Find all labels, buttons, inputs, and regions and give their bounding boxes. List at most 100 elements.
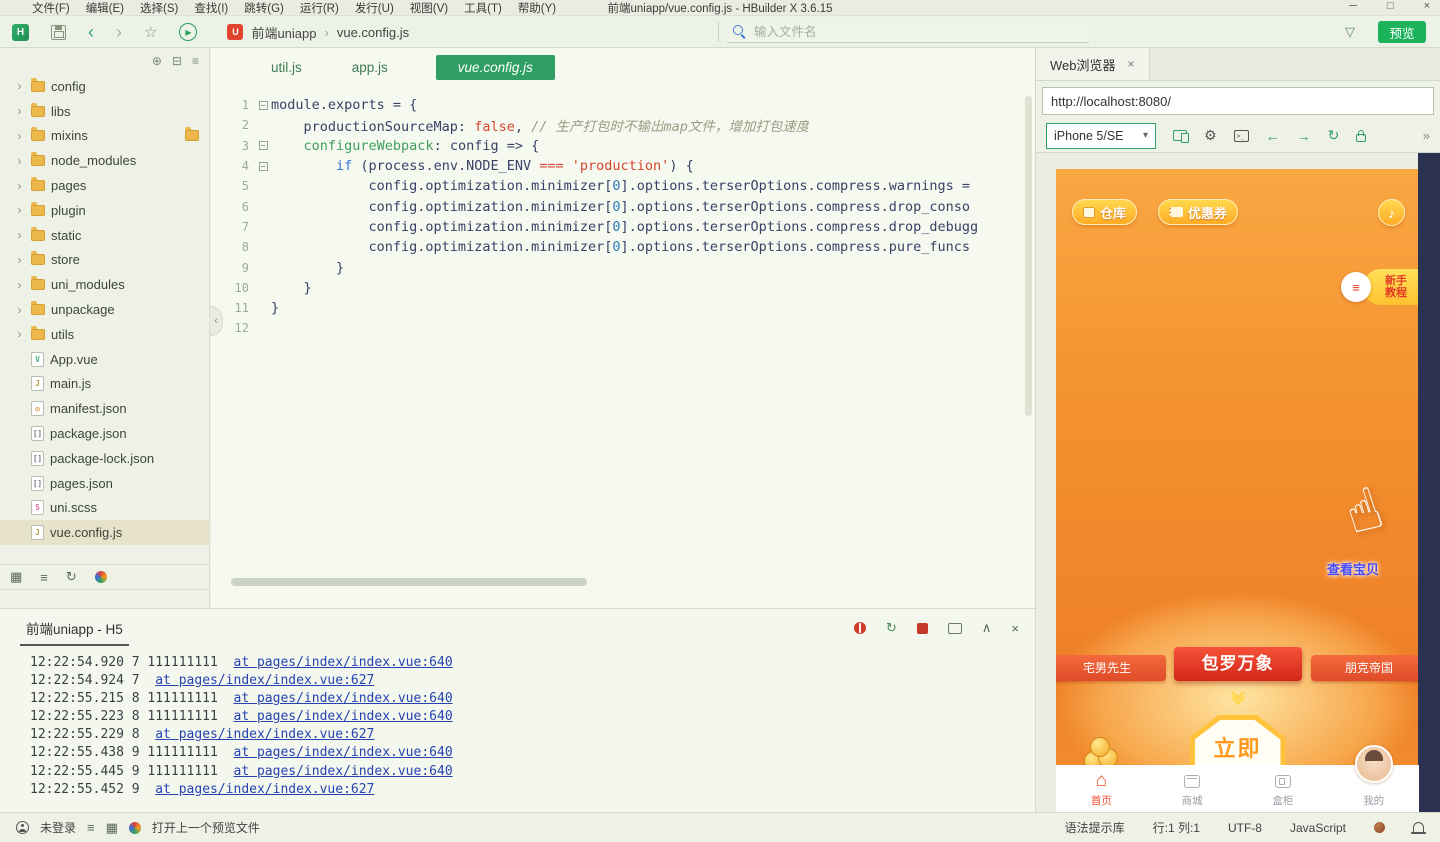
forward-icon[interactable]: ›: [116, 23, 122, 41]
minimize-icon[interactable]: ─: [1349, 0, 1357, 12]
breadcrumb-file[interactable]: vue.config.js: [337, 25, 409, 40]
login-status[interactable]: 未登录: [40, 819, 76, 836]
editor-tab[interactable]: util.js: [269, 55, 304, 80]
editor-tab[interactable]: vue.config.js: [435, 54, 555, 80]
device-select[interactable]: iPhone 5/SE ▾: [1046, 122, 1156, 149]
menu-item[interactable]: 视图(V): [402, 0, 456, 16]
theme-wheel-icon[interactable]: [128, 821, 141, 834]
filter-icon[interactable]: ▽: [1345, 24, 1355, 40]
menu-item[interactable]: 选择(S): [132, 0, 186, 16]
banner[interactable]: 宅男先生: [1056, 655, 1166, 681]
tree-file[interactable]: [] pages.json: [0, 471, 209, 496]
tree-folder[interactable]: › config: [0, 74, 209, 99]
status-item[interactable]: 语法提示库: [1065, 819, 1125, 836]
tree-folder[interactable]: › libs: [0, 99, 209, 124]
status-item[interactable]: 行:1 列:1: [1153, 819, 1200, 836]
tree-folder[interactable]: › mixins: [0, 124, 209, 149]
close-tab-icon[interactable]: ×: [1128, 57, 1135, 71]
debug-icon[interactable]: [853, 622, 866, 634]
breadcrumb-project[interactable]: 前端uniapp: [251, 23, 316, 42]
menu-item[interactable]: 运行(R): [292, 0, 347, 16]
sync-icon[interactable]: ↻: [66, 569, 77, 585]
tree-file[interactable]: [] package-lock.json: [0, 446, 209, 471]
browser-refresh-icon[interactable]: ↻: [1328, 127, 1340, 144]
menu-item[interactable]: 文件(F): [24, 0, 78, 16]
vertical-scrollbar[interactable]: [1025, 96, 1032, 416]
tree-folder[interactable]: › utils: [0, 322, 209, 347]
url-bar[interactable]: [1042, 87, 1434, 115]
browser-forward-icon[interactable]: →: [1297, 128, 1311, 144]
search-input[interactable]: [754, 24, 1083, 39]
app-logo-icon[interactable]: H: [12, 23, 29, 41]
collapse-panel-icon[interactable]: ∧: [982, 620, 992, 636]
new-file-icon[interactable]: ⊕: [152, 54, 162, 68]
log-link[interactable]: at pages/index/index.vue:640: [234, 764, 453, 779]
phone-tab[interactable]: 盒柜: [1238, 765, 1329, 812]
tree-file[interactable]: Jmain.js: [0, 372, 209, 397]
tree-file[interactable]: [] package.json: [0, 421, 209, 446]
settings-gear-icon[interactable]: ⚙: [1204, 127, 1217, 144]
tree-folder[interactable]: › node_modules: [0, 148, 209, 173]
restart-icon[interactable]: ↻: [886, 620, 897, 636]
tree-file[interactable]: V App.vue: [0, 347, 209, 372]
screenshot-icon[interactable]: [947, 622, 962, 634]
record-dot-icon[interactable]: [1374, 822, 1385, 833]
tree-file[interactable]: Suni.scss: [0, 496, 209, 521]
maximize-icon[interactable]: □: [1387, 0, 1394, 12]
tree-file[interactable]: Jvue.config.js: [0, 520, 209, 546]
responsive-mode-icon[interactable]: [1173, 130, 1189, 143]
tree-folder[interactable]: › pages: [0, 173, 209, 198]
menu-item[interactable]: 帮助(Y): [510, 0, 564, 16]
collapse-all-icon[interactable]: ⊟: [172, 54, 182, 68]
menu-item[interactable]: 工具(T): [456, 0, 510, 16]
console-tab[interactable]: 前端uniapp - H5: [20, 610, 129, 646]
more-tools-icon[interactable]: »: [1423, 128, 1430, 143]
save-icon[interactable]: [51, 24, 66, 40]
bookmark-icon[interactable]: ☆: [144, 23, 157, 41]
file-search[interactable]: [727, 21, 1089, 43]
fold-icon[interactable]: −: [258, 100, 268, 110]
menu-item[interactable]: 查找(I): [186, 0, 236, 16]
tree-folder[interactable]: › plugin: [0, 198, 209, 223]
files-panel-icon[interactable]: ▦: [10, 569, 22, 585]
tree-folder[interactable]: › unpackage: [0, 297, 209, 322]
stop-icon[interactable]: [916, 622, 928, 634]
lock-icon[interactable]: [1356, 129, 1367, 142]
tree-folder[interactable]: › store: [0, 248, 209, 273]
sidebar-menu-icon[interactable]: ≡: [192, 54, 199, 68]
panel-grid-icon[interactable]: ▦: [106, 820, 118, 836]
log-link[interactable]: at pages/index/index.vue:627: [155, 727, 374, 742]
status-item[interactable]: JavaScript: [1290, 821, 1346, 835]
menu-item[interactable]: 发行(U): [347, 0, 402, 16]
menu-item[interactable]: 编辑(E): [78, 0, 132, 16]
editor-tab[interactable]: app.js: [350, 55, 390, 80]
devtools-console-icon[interactable]: >_: [1233, 129, 1249, 142]
outline-icon[interactable]: ≡: [40, 570, 48, 585]
menu-item[interactable]: 跳转(G): [236, 0, 292, 16]
fold-icon[interactable]: −: [258, 161, 268, 171]
task-list-icon[interactable]: ≡: [87, 820, 95, 835]
phone-tab[interactable]: 商城: [1147, 765, 1238, 812]
open-last-preview[interactable]: 打开上一个预览文件: [152, 819, 260, 836]
tutorial-badge[interactable]: ≡ 新手 教程: [1341, 269, 1419, 305]
account-icon[interactable]: [16, 821, 29, 834]
music-button[interactable]: ♪: [1378, 199, 1405, 226]
avatar[interactable]: [1355, 745, 1393, 783]
log-link[interactable]: at pages/index/index.vue:640: [234, 709, 453, 724]
preview-button[interactable]: 预览: [1378, 21, 1426, 43]
fold-icon[interactable]: −: [258, 141, 268, 151]
phone-tab[interactable]: ⌂ 首页: [1056, 765, 1147, 812]
tree-folder[interactable]: › uni_modules: [0, 272, 209, 297]
close-icon[interactable]: ×: [1424, 0, 1430, 12]
log-link[interactable]: at pages/index/index.vue:627: [155, 782, 374, 797]
log-link[interactable]: at pages/index/index.vue:640: [234, 745, 453, 760]
coupon-button[interactable]: 优惠券: [1158, 199, 1239, 225]
status-item[interactable]: UTF-8: [1228, 821, 1262, 835]
browser-back-icon[interactable]: ←: [1266, 128, 1280, 144]
url-input[interactable]: [1043, 93, 1433, 109]
clear-console-icon[interactable]: ×: [1011, 621, 1019, 636]
tree-folder[interactable]: › static: [0, 223, 209, 248]
log-link[interactable]: at pages/index/index.vue:640: [234, 691, 453, 706]
warehouse-button[interactable]: 仓库: [1072, 199, 1138, 225]
run-icon[interactable]: ▶: [179, 23, 198, 41]
